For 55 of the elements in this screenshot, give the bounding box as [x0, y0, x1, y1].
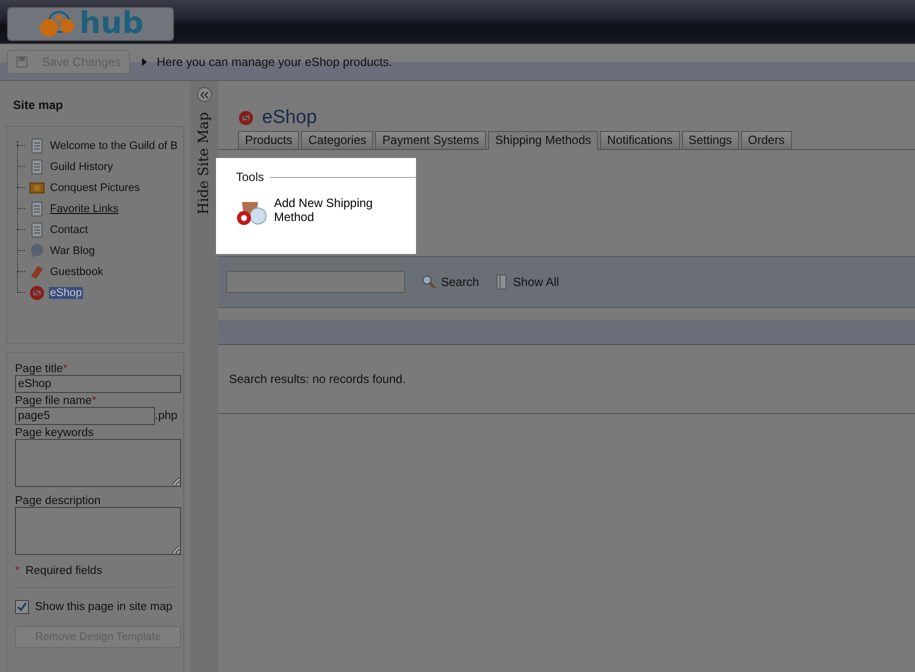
hide-site-map-link[interactable]: Hide Site Map [196, 112, 212, 214]
text-area[interactable] [15, 507, 181, 555]
document-icon [29, 158, 45, 174]
tree-item[interactable]: Guestbook [49, 266, 104, 278]
checkbox-label: Show this page in site map [35, 601, 172, 613]
tree-item[interactable]: Conquest Pictures [49, 182, 141, 194]
search-icon [421, 274, 437, 290]
extension-text: .php [155, 410, 178, 422]
picture-icon [29, 180, 45, 196]
document-icon [29, 138, 45, 154]
required-mark: * [92, 395, 96, 407]
logo-text: hub [79, 9, 144, 39]
sidebar-title: Site map [12, 97, 64, 114]
field-label: Page file name [15, 395, 92, 407]
tree-item[interactable]: eShop [49, 286, 83, 298]
tab[interactable]: Settings [682, 131, 739, 149]
required-note: Required fields [25, 565, 102, 577]
results-text: Search results: no records found. [229, 372, 406, 386]
tools-title: Tools [236, 170, 264, 184]
tree-item[interactable]: Contact [49, 224, 89, 236]
book-icon [29, 264, 45, 280]
show-all-button[interactable]: Show All [495, 274, 560, 290]
triangle-icon [142, 58, 147, 66]
field-label: Page keywords [15, 427, 94, 439]
double-chevron-icon [200, 90, 208, 98]
field-label: Page title [15, 363, 63, 375]
tab[interactable]: Products [238, 131, 300, 149]
tab[interactable]: Payment Systems [375, 131, 486, 149]
text-area[interactable] [15, 439, 181, 487]
speech-bubble-icon [29, 242, 45, 258]
input-field[interactable]: eShop [15, 375, 181, 393]
add-shipping-method-button[interactable]: Add New Shipping Method [236, 196, 384, 228]
search-field[interactable] [226, 271, 405, 293]
document-icon [29, 222, 45, 238]
required-mark: * [15, 565, 20, 577]
tab[interactable]: Shipping Methods [488, 131, 598, 150]
tab[interactable]: Orders [740, 131, 792, 149]
page-title: eShop [262, 107, 317, 129]
required-mark: * [62, 363, 68, 375]
shop-icon [29, 284, 45, 300]
tab[interactable]: Notifications [600, 131, 680, 149]
book-icon [495, 274, 510, 290]
document-icon [29, 200, 45, 216]
collapse-button[interactable] [196, 87, 212, 102]
tree-item[interactable]: Favorite Links [49, 202, 120, 214]
tree-item[interactable]: Guild History [49, 160, 114, 172]
input-field[interactable]: page5 [15, 407, 155, 425]
tree-item[interactable]: Welcome to the Guild of B [49, 140, 179, 152]
shop-icon [238, 110, 254, 126]
hint-text: Here you can manage your eShop products. [156, 55, 392, 69]
tree-item[interactable]: War Blog [49, 244, 96, 256]
search-button[interactable]: Search [421, 274, 480, 290]
tab[interactable]: Categories [301, 131, 374, 149]
field-label: Page description [15, 495, 101, 507]
checkbox[interactable] [15, 600, 29, 614]
